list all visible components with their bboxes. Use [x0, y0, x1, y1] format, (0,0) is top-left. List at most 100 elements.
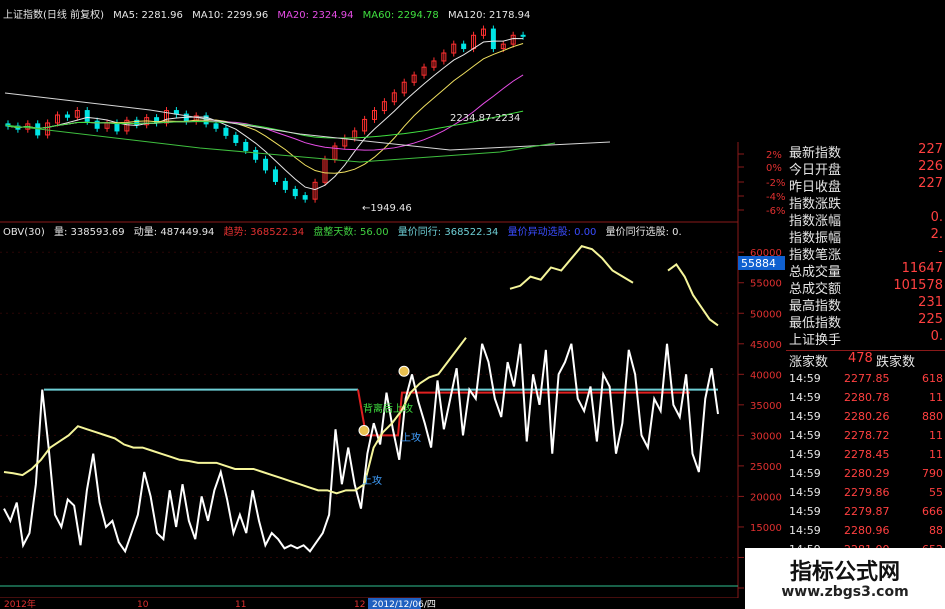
quote-row: 总成交量 11647 [786, 261, 945, 280]
quote-row: 总成交额 101578 [786, 278, 945, 297]
pct-tick-label: 2% [766, 150, 782, 161]
quote-key: 上证换手 [789, 333, 842, 348]
obv-ma-line [3, 337, 467, 495]
tick-cell: 14:59 [789, 486, 821, 499]
tick-row: 14:59 2280.78 11 [786, 391, 945, 408]
quote-value: 101578 [893, 278, 943, 293]
tick-cell: 14:59 [789, 391, 821, 404]
signal-marker [398, 365, 410, 377]
candle-body [302, 195, 308, 200]
obv-tick-label: 45000 [750, 340, 782, 351]
quote-value: 0. [930, 329, 943, 344]
candle-body [94, 120, 100, 129]
signal-marker [358, 424, 370, 436]
obv-blue: 量价异动选股: 0.00 [507, 227, 597, 238]
quote-panel: 最新指数 227 今日开盘 226 昨日收盘 227 指数涨跌 指数涨幅 0. 指数振幅 2. 指数笔… [786, 142, 945, 609]
breadth-cell: 478 [848, 351, 873, 366]
tick-cell: 2278.45 [844, 448, 890, 461]
obv-sync: 量价同行: 368522.34 [397, 227, 499, 238]
tick-row: 14:59 2280.29 790 [786, 467, 945, 484]
tick-cell: 14:59 [789, 467, 821, 480]
tick-cell: 11 [929, 448, 943, 461]
tick-row: 14:59 2278.45 11 [786, 448, 945, 465]
tick-cell: 2280.29 [844, 467, 890, 480]
x-tick-label: 12 [354, 600, 365, 609]
index-name: 上证指数(日线 前复权) [3, 10, 104, 21]
obv-vol: 量: 338593.69 [53, 227, 125, 238]
candle-body [84, 110, 90, 122]
obv-tick-label: 20000 [750, 492, 782, 503]
quote-row: 指数涨跌 [786, 193, 945, 212]
candle-body [520, 34, 526, 37]
breadth-cell: 跌家数 [876, 355, 916, 370]
quote-value: 226 [918, 159, 943, 174]
pct-tick-label: 0% [766, 163, 782, 174]
obv-tick-label: 15000 [750, 523, 782, 534]
obv-days: 盘整天数: 56.00 [313, 227, 389, 238]
obv-tick-label: 30000 [750, 431, 782, 442]
ma10-label: MA10: 2299.96 [192, 10, 269, 21]
low-annotation: ←1949.46 [362, 203, 412, 214]
candle-body [64, 114, 70, 118]
ma20-label: MA20: 2324.94 [277, 10, 354, 21]
candle-body [292, 188, 298, 197]
x-tick-label: 2012/12/06/四 [372, 600, 436, 609]
pct-tick-label: -2% [766, 178, 785, 189]
candle-body [233, 134, 239, 143]
obv-line [3, 343, 719, 554]
watermark-url: www.zbgs3.com [781, 584, 909, 600]
quote-value: 227 [918, 176, 943, 191]
tick-cell: 790 [922, 467, 943, 480]
quote-row: 指数涨幅 0. [786, 210, 945, 229]
candle-body [263, 158, 269, 171]
label-attack-2: 上攻 [362, 474, 382, 487]
ma5-label: MA5: 2281.96 [113, 10, 183, 21]
tick-cell: 88 [929, 524, 943, 537]
candle-body [223, 127, 229, 136]
label-attack-1: 上攻 [401, 431, 421, 444]
obv-dyn: 动量: 487449.94 [133, 227, 215, 238]
ma120-label: MA120: 2178.94 [447, 10, 531, 21]
tick-cell: 618 [922, 372, 943, 385]
quote-value: 2. [930, 227, 943, 242]
watermark-title: 指标公式网 [789, 560, 900, 585]
tick-cell: 2280.78 [844, 391, 890, 404]
tick-row: 14:59 2280.26 880 [786, 410, 945, 427]
tick-cell: 14:59 [789, 524, 821, 537]
tick-cell: 2280.96 [844, 524, 890, 537]
candlestick-header: 上证指数(日线 前复权) MA5: 2281.96 MA10: 2299.96 … [3, 10, 536, 22]
candle-body [253, 149, 259, 160]
quote-value: 11647 [901, 261, 943, 276]
tick-cell: 2277.85 [844, 372, 890, 385]
quote-row: 昨日收盘 227 [786, 176, 945, 195]
quote-value: 227 [918, 142, 943, 157]
tick-cell: 14:59 [789, 505, 821, 518]
tick-cell: 2279.86 [844, 486, 890, 499]
obv-ma-tail-2 [667, 263, 719, 327]
obv-trend: 趋势: 368522.34 [223, 227, 305, 238]
obv-pick: 量价同行选股: 0. [605, 227, 682, 238]
tick-cell: 2278.72 [844, 429, 890, 442]
tick-row: 14:59 2280.96 88 [786, 524, 945, 541]
obv-tick-label: 35000 [750, 401, 782, 412]
quote-row: 指数振幅 2. [786, 227, 945, 246]
ma60-label: MA60: 2294.78 [362, 10, 439, 21]
obv-tick-label: 40000 [750, 370, 782, 381]
tick-cell: 11 [929, 429, 943, 442]
candle-body [213, 123, 219, 129]
candle-body [243, 141, 249, 151]
tick-cell: 55 [929, 486, 943, 499]
quote-value: 0. [930, 210, 943, 225]
pct-tick-label: -6% [766, 206, 785, 217]
quote-row: 最新指数 227 [786, 142, 945, 161]
quote-row: 最低指数 225 [786, 312, 945, 331]
breadth-cell: 涨家数 [789, 355, 829, 370]
obv-tick-label: 50000 [750, 309, 782, 320]
quote-row: 最高指数 231 [786, 295, 945, 314]
quote-value: 231 [918, 295, 943, 310]
x-tick-label: 2012年 [4, 598, 36, 609]
high-annotation: 2234.87-2234 [450, 113, 520, 124]
last-value-text: 55884 [741, 257, 776, 270]
obv-header: OBV(30) 量: 338593.69 动量: 487449.94 趋势: 3… [3, 227, 688, 239]
tick-cell: 14:59 [789, 410, 821, 423]
